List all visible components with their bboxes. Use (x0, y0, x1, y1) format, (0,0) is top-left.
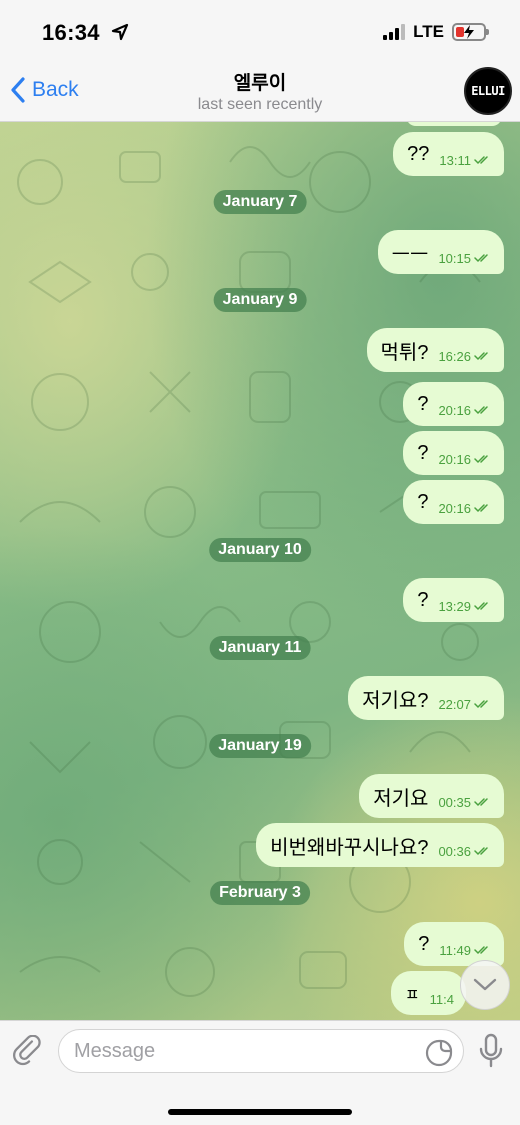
message-meta: 10:15 (438, 251, 492, 266)
message-bubble[interactable]: 저기요 00:35 (359, 774, 504, 818)
location-arrow-icon (111, 23, 129, 41)
message-text: 저기요 (373, 787, 429, 810)
message-text: ? (417, 392, 429, 415)
date-separator: January 19 (209, 734, 311, 758)
message-bubble[interactable]: ㅡㅡ 10:15 (377, 230, 504, 274)
message-bubble[interactable]: ㅍ 11:4 (390, 971, 466, 1015)
message-text: 먹튀? (380, 341, 429, 364)
date-separator: January 10 (209, 538, 311, 562)
scroll-to-bottom-button[interactable] (460, 960, 510, 1010)
message-text: ? (418, 932, 430, 955)
double-check-icon (474, 254, 488, 263)
message-text: 저기요? (362, 689, 429, 712)
double-check-icon (474, 798, 488, 807)
status-bar: 16:34 LTE (0, 0, 520, 62)
battery-icon (452, 23, 489, 41)
message-bubble[interactable]: 먹튀? 16:26 (366, 328, 504, 372)
status-time: 16:34 (42, 20, 100, 45)
message-time: 00:35 (438, 794, 471, 810)
message-meta: 13:29 (438, 599, 492, 614)
cellular-signal-icon (383, 24, 406, 40)
double-check-icon (474, 847, 488, 856)
message-meta: 11:4 (430, 992, 454, 1007)
message-meta: 20:16 (438, 501, 492, 516)
double-check-icon (474, 455, 488, 464)
message-bubble[interactable]: ?? 13:11 (393, 132, 504, 176)
message-bubble[interactable]: ? 13:29 (403, 578, 504, 622)
chat-header: Back 엘루이 last seen recently ELLUI (0, 62, 520, 122)
message-time: 00:36 (438, 843, 471, 859)
microphone-icon[interactable] (478, 1033, 504, 1069)
message-text: ? (417, 441, 429, 464)
message-bubble[interactable]: ? 20:16 (403, 431, 504, 475)
network-type: LTE (413, 22, 444, 41)
message-time: 11:4 (429, 991, 454, 1007)
double-check-icon (474, 602, 488, 611)
sticker-icon[interactable] (424, 1038, 454, 1068)
message-time: 20:16 (438, 500, 471, 516)
date-separator: January 11 (209, 636, 311, 660)
message-meta: 22:07 (438, 697, 492, 712)
message-text: 비번왜바꾸시나요? (270, 836, 429, 859)
message-text: ?? (407, 142, 430, 165)
message-time: 11:49 (439, 942, 471, 958)
status-indicators: LTE (383, 22, 489, 42)
message-time: 13:11 (439, 152, 471, 168)
message-meta: 00:36 (438, 844, 492, 859)
message-composer (0, 1020, 520, 1125)
message-time: 20:16 (438, 451, 471, 467)
message-meta: 20:16 (438, 403, 492, 418)
double-check-icon (474, 700, 488, 709)
message-meta: 11:49 (439, 943, 492, 958)
message-time: 13:29 (438, 598, 471, 614)
message-bubble[interactable]: 저기요? 22:07 (348, 676, 504, 720)
message-bubble[interactable]: ? 20:16 (403, 480, 504, 524)
message-time: 20:16 (438, 402, 471, 418)
message-meta: 13:11 (439, 153, 492, 168)
message-input[interactable] (58, 1029, 464, 1073)
message-meta: 20:16 (438, 452, 492, 467)
message-meta: 16:26 (438, 349, 492, 364)
message-text: ㅡㅡ (391, 243, 429, 266)
message-meta: 00:35 (438, 795, 492, 810)
double-check-icon (474, 946, 488, 955)
chat-title: 엘루이 (233, 73, 287, 94)
paperclip-icon[interactable] (12, 1035, 44, 1067)
message-text: ? (417, 588, 429, 611)
date-separator: February 3 (210, 881, 310, 905)
message-list[interactable]: ?? 13:11 January 7 ㅡㅡ 10:15 January 9 먹튀… (0, 122, 520, 1020)
date-separator: January 7 (213, 190, 307, 214)
chat-title-area[interactable]: 엘루이 last seen recently (0, 68, 520, 114)
avatar[interactable]: ELLUI (464, 67, 512, 115)
double-check-icon (474, 156, 488, 165)
previous-message-bubble (406, 122, 502, 126)
date-separator: January 9 (213, 288, 307, 312)
chat-status: last seen recently (197, 96, 323, 113)
message-time: 22:07 (438, 696, 471, 712)
double-check-icon (474, 406, 488, 415)
home-indicator (168, 1109, 352, 1115)
double-check-icon (474, 504, 488, 513)
message-text: ? (417, 490, 429, 513)
message-bubble[interactable]: ? 20:16 (403, 382, 504, 426)
message-bubble[interactable]: 비번왜바꾸시나요? 00:36 (256, 823, 504, 867)
message-time: 10:15 (438, 250, 471, 266)
message-text: ㅍ (404, 987, 420, 1004)
chevron-down-icon (473, 978, 497, 991)
message-time: 16:26 (438, 348, 471, 364)
double-check-icon (474, 352, 488, 361)
